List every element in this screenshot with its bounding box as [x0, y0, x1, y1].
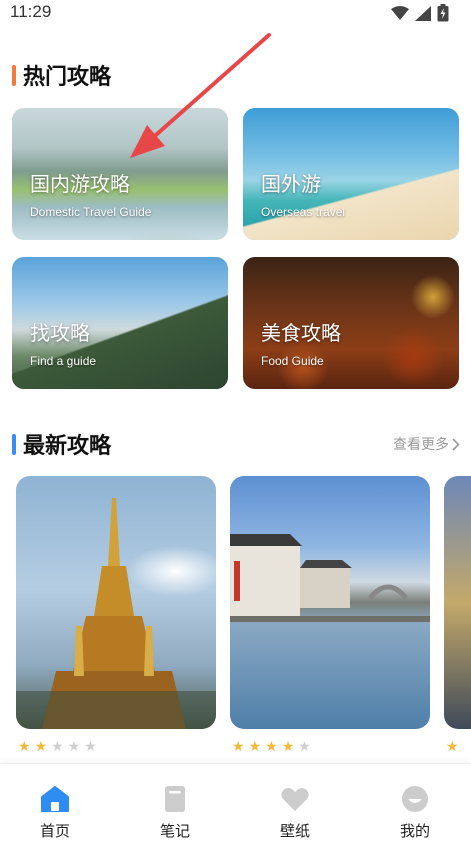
chevron-right-icon — [452, 437, 460, 451]
star-icon: ★ — [84, 739, 97, 755]
star-icon: ★ — [232, 739, 245, 755]
star-icon: ★ — [446, 739, 459, 755]
domestic-guide-subtitle: Domestic Travel Guide — [30, 205, 152, 219]
hot-guides-title: 热门攻略 — [23, 65, 112, 90]
nav-notes-label: 笔记 — [159, 822, 190, 840]
home-icon — [40, 784, 70, 814]
nav-wallpaper[interactable]: 壁纸 — [250, 764, 340, 844]
nav-profile-label: 我的 — [399, 822, 430, 840]
star-icon: ★ — [298, 739, 311, 755]
water-town-illustration — [230, 534, 430, 622]
status-time: 11:29 — [10, 2, 52, 21]
star-icon: ★ — [281, 739, 295, 755]
food-guide-title: 美食攻略 — [261, 321, 341, 345]
signal-icon — [415, 5, 431, 21]
view-more-label: 查看更多 — [393, 437, 449, 453]
partial-card-image — [444, 476, 471, 729]
pagoda-illustration — [16, 498, 216, 729]
status-bar: 11:29 — [0, 0, 471, 28]
overseas-guide-title: 国外游 — [261, 172, 321, 196]
food-guide-card[interactable]: 美食攻略 Food Guide — [243, 257, 459, 389]
overseas-guide-card[interactable]: 国外游 Overseas travel — [243, 108, 459, 240]
rating-stars-pagoda: ★ ★ ★ ★ ★ — [18, 740, 97, 754]
star-icon: ★ — [67, 739, 81, 755]
find-guide-title: 找攻略 — [30, 321, 90, 345]
latest-guide-card-partial[interactable] — [444, 476, 471, 729]
status-icons — [391, 4, 449, 22]
overseas-guide-subtitle: Overseas travel — [261, 205, 346, 219]
domestic-guide-card[interactable]: 国内游攻略 Domestic Travel Guide — [12, 108, 228, 240]
view-more-link[interactable]: 查看更多 — [393, 434, 460, 454]
wifi-icon — [391, 5, 409, 20]
latest-guide-card-pagoda[interactable] — [16, 476, 216, 729]
heart-icon — [280, 784, 310, 814]
star-icon: ★ — [265, 739, 278, 755]
star-icon: ★ — [51, 739, 64, 755]
find-guide-card[interactable]: 找攻略 Find a guide — [12, 257, 228, 389]
find-guide-subtitle: Find a guide — [30, 354, 97, 368]
nav-wallpaper-label: 壁纸 — [279, 822, 310, 840]
bottom-nav: 首页 笔记 壁纸 我的 — [0, 763, 471, 844]
latest-guide-card-watertown[interactable] — [230, 476, 430, 729]
latest-guides-header: 最新攻略 查看更多 — [12, 428, 460, 460]
rating-stars-partial: ★ — [446, 740, 459, 754]
star-icon: ★ — [34, 739, 48, 755]
food-guide-subtitle: Food Guide — [261, 354, 324, 368]
battery-icon — [437, 4, 449, 22]
nav-profile[interactable]: 我的 — [370, 764, 460, 844]
nav-notes[interactable]: 笔记 — [130, 764, 220, 844]
nav-home[interactable]: 首页 — [10, 764, 100, 844]
hot-accent-bar — [12, 64, 16, 86]
latest-accent-bar — [12, 433, 16, 455]
nav-home-label: 首页 — [39, 822, 70, 840]
hot-guides-header: 热门攻略 — [12, 59, 460, 91]
star-icon: ★ — [18, 739, 31, 755]
rating-stars-watertown: ★ ★ ★ ★ ★ — [232, 740, 311, 754]
star-icon: ★ — [248, 739, 262, 755]
latest-guides-title: 最新攻略 — [23, 434, 112, 459]
profile-icon — [400, 784, 430, 814]
domestic-guide-title: 国内游攻略 — [30, 172, 130, 196]
notebook-icon — [160, 784, 190, 814]
